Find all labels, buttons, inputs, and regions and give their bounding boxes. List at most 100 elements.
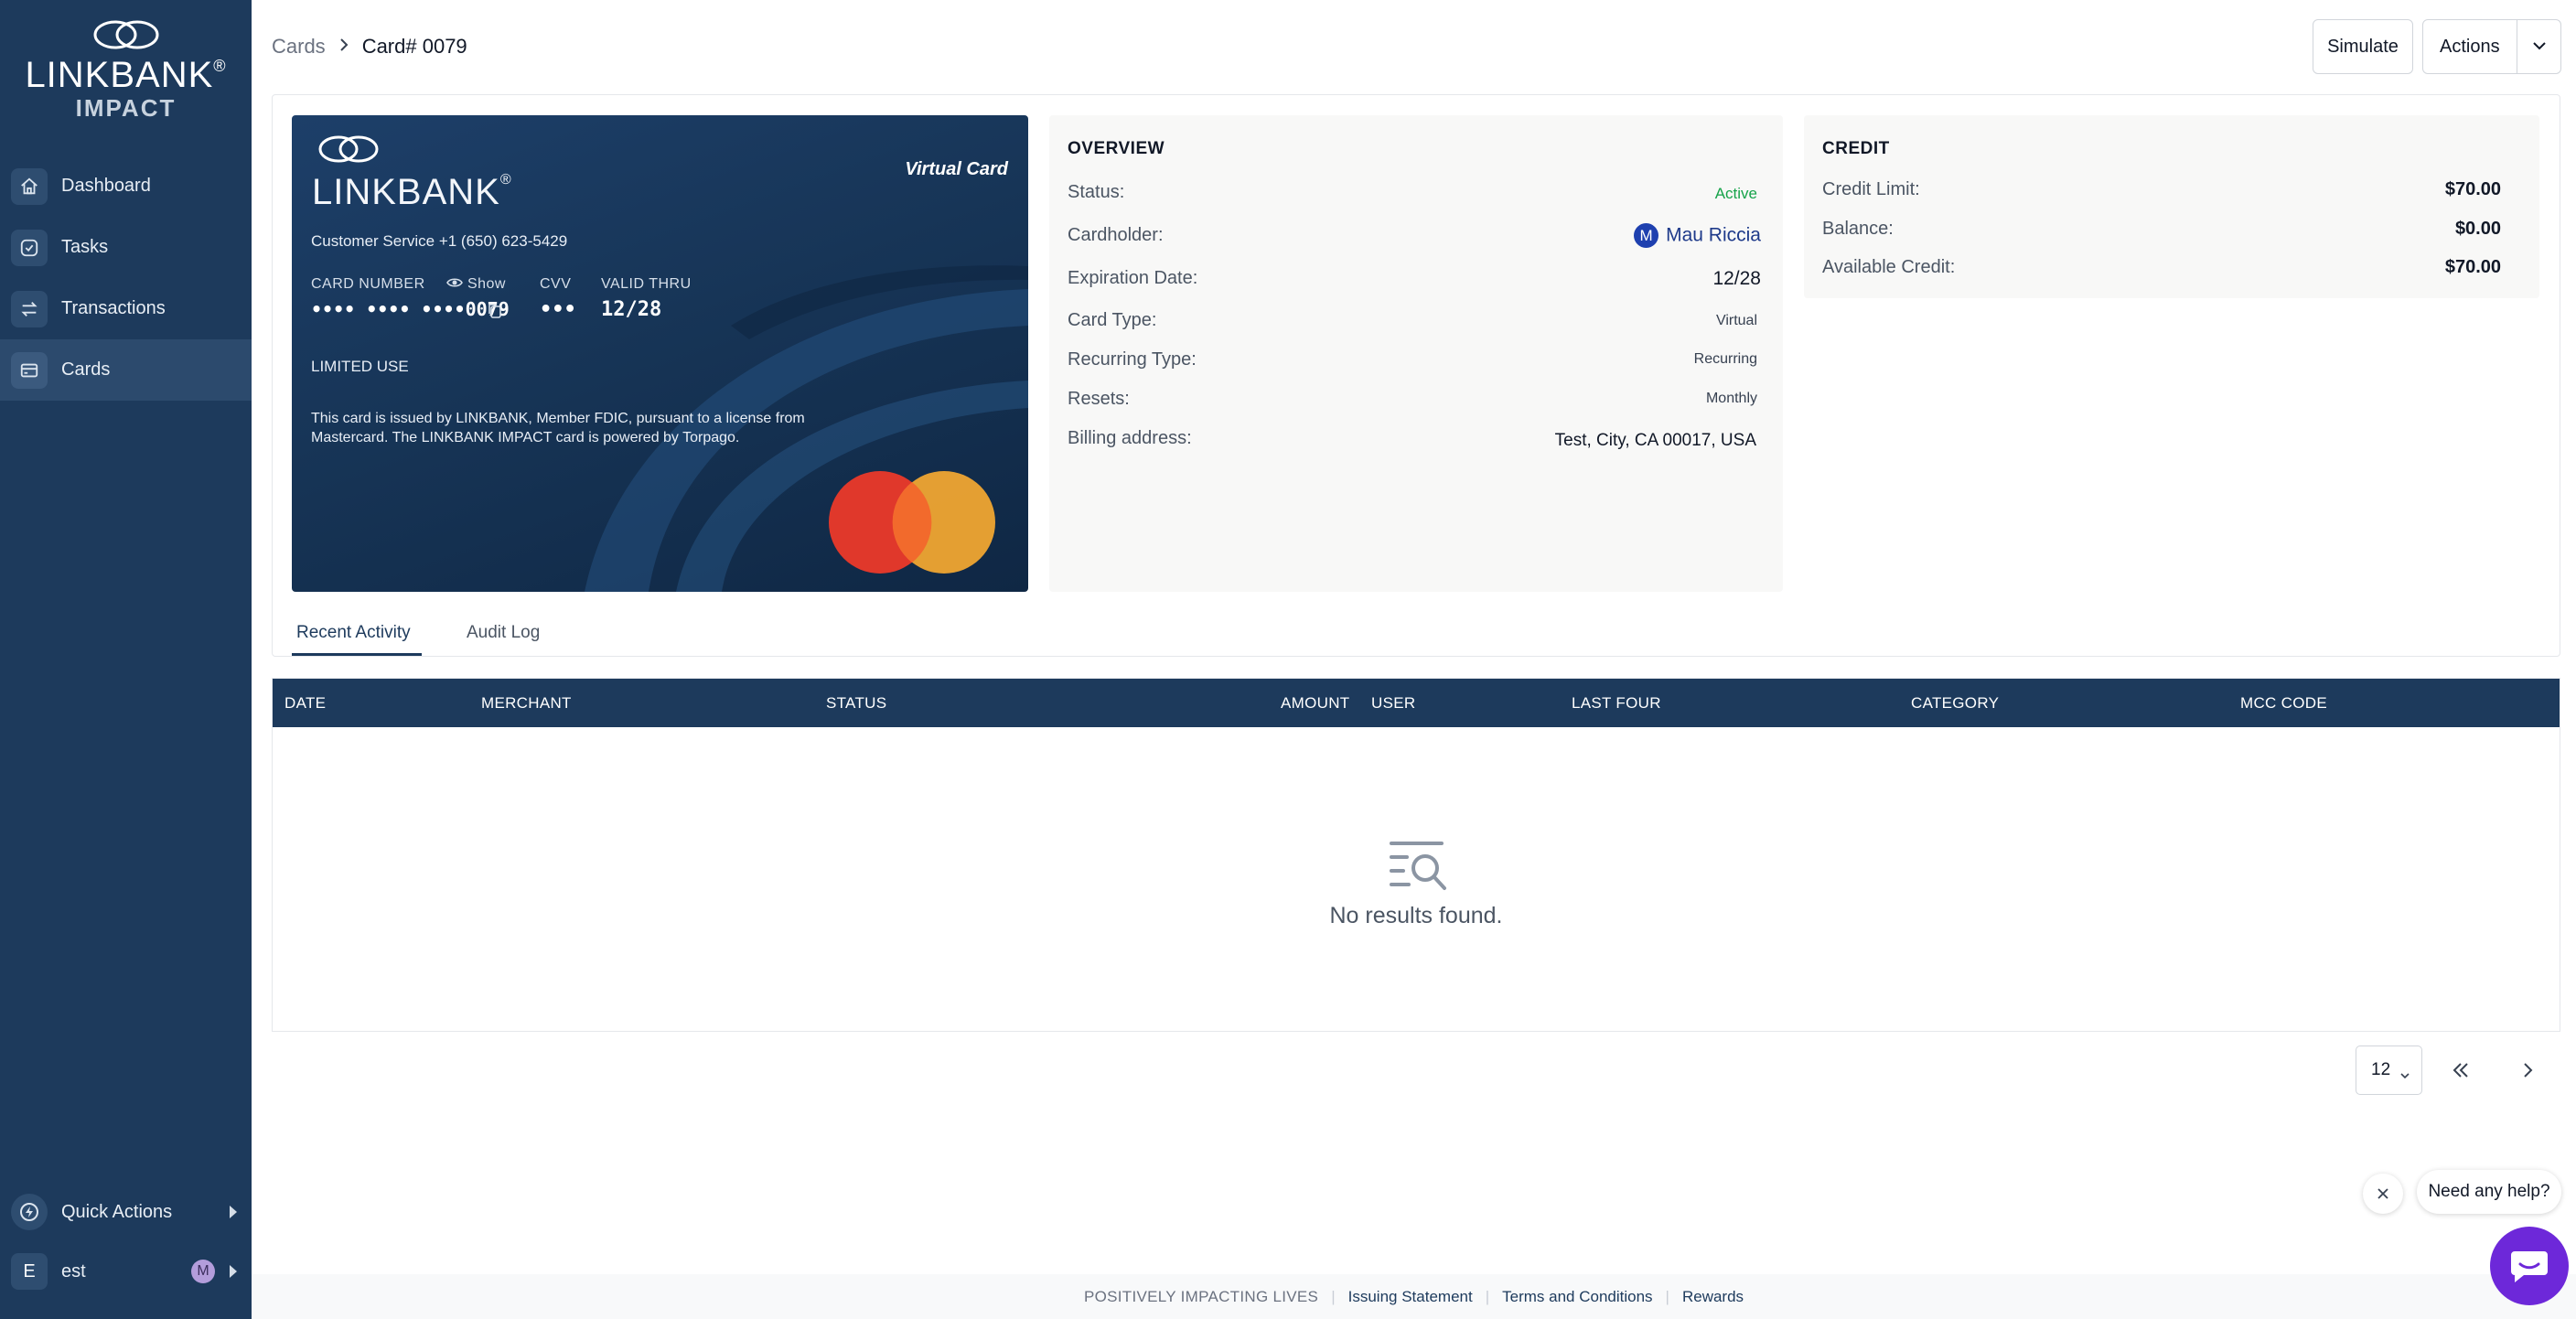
caret-right-icon — [230, 1206, 237, 1218]
balance-label: Balance: — [1822, 219, 1894, 239]
overview-title: OVERVIEW — [1068, 139, 1165, 158]
footer: POSITIVELY IMPACTING LIVES | Issuing Sta… — [252, 1274, 2576, 1319]
billing-address-value: Test, City, CA 00017, USA — [1554, 431, 1756, 450]
help-prompt[interactable]: Need any help? — [2417, 1170, 2561, 1214]
column-header-status[interactable]: STATUS — [826, 694, 886, 713]
column-header-last-four[interactable]: LAST FOUR — [1572, 694, 1661, 713]
table-header: DATE MERCHANT STATUS AMOUNT USER LAST FO… — [273, 679, 2560, 727]
credit-limit-label: Credit Limit: — [1822, 179, 1920, 199]
legal-line: Mastercard. The LINKBANK IMPACT card is … — [311, 430, 740, 445]
sidebar-item-label: Cards — [61, 359, 111, 380]
eye-icon — [446, 278, 463, 287]
cardholder-link[interactable]: M Mau Riccia — [1634, 223, 1761, 248]
column-header-date[interactable]: DATE — [284, 694, 326, 713]
sidebar-item-label: Transactions — [61, 298, 166, 318]
status-label: Status: — [1068, 182, 1125, 202]
column-header-amount[interactable]: AMOUNT — [1281, 694, 1349, 713]
empty-state-text: No results found. — [1329, 903, 1503, 928]
mastercard-logo-icon — [829, 471, 995, 574]
user-name: est — [61, 1260, 86, 1281]
chevron-down-icon[interactable] — [2531, 37, 2548, 62]
valid-thru-value: 12/28 — [601, 298, 662, 321]
card-number: •••• •••• ••••0079 — [311, 298, 510, 320]
home-icon — [11, 167, 48, 205]
sidebar-item-transactions[interactable]: Transactions — [0, 278, 252, 339]
footer-divider: | — [1665, 1287, 1669, 1305]
status-badge: Active — [1714, 185, 1757, 202]
rewards-link[interactable]: Rewards — [1682, 1288, 1744, 1306]
limited-use-text: LIMITED USE — [311, 358, 409, 375]
quick-actions-label: Quick Actions — [61, 1201, 173, 1222]
card-type-label: Virtual Card — [905, 159, 1008, 179]
next-page-icon[interactable] — [2517, 1059, 2538, 1086]
credit-limit-value: $70.00 — [2444, 179, 2501, 199]
card-number-label: CARD NUMBER — [311, 276, 425, 292]
expiration-label: Expiration Date: — [1068, 268, 1198, 288]
cvv-value: ••• — [540, 298, 576, 321]
close-help-button[interactable] — [2363, 1174, 2403, 1214]
column-header-category[interactable]: CATEGORY — [1911, 694, 1999, 713]
terms-link[interactable]: Terms and Conditions — [1502, 1288, 1652, 1306]
valid-thru-label: VALID THRU — [601, 276, 692, 292]
actions-label: Actions — [2440, 36, 2500, 57]
help-chat-button[interactable] — [2490, 1227, 2569, 1305]
card-legal-text: This card is issued by LINKBANK, Member … — [311, 409, 860, 447]
column-header-mcc-code[interactable]: MCC CODE — [2240, 694, 2327, 713]
card-wordmark: LINKBANK® — [312, 172, 512, 212]
transfer-icon — [11, 290, 48, 327]
sidebar-item-tasks[interactable]: Tasks — [0, 217, 252, 278]
caret-right-icon — [230, 1265, 237, 1278]
issuing-statement-link[interactable]: Issuing Statement — [1348, 1288, 1473, 1306]
show-label: Show — [467, 276, 506, 292]
footer-divider: | — [1485, 1287, 1490, 1305]
column-header-user[interactable]: USER — [1371, 694, 1415, 713]
page-size-select[interactable]: 12 — [2356, 1046, 2422, 1095]
cardholder-label: Cardholder: — [1068, 225, 1164, 245]
sidebar-item-dashboard[interactable]: Dashboard — [0, 155, 252, 217]
copy-icon[interactable] — [487, 302, 503, 325]
page-title: Card# 0079 — [361, 35, 467, 58]
linkbank-logo[interactable]: LINKBANK® IMPACT — [0, 18, 252, 123]
cardholder-name: Mau Riccia — [1666, 224, 1761, 246]
overview-section: OVERVIEW Status: Active Cardholder: M Mau… — [1049, 115, 1783, 592]
first-page-icon[interactable] — [2450, 1059, 2472, 1086]
simulate-button[interactable]: Simulate — [2313, 19, 2413, 74]
chat-icon — [2511, 1251, 2548, 1282]
user-menu[interactable]: E est M — [0, 1253, 252, 1290]
chevron-right-icon — [338, 37, 349, 58]
card-type-label: Card Type: — [1068, 310, 1157, 330]
logo-subtitle: IMPACT — [75, 94, 177, 122]
customer-service-text: Customer Service +1 (650) 623-5429 — [311, 232, 568, 250]
sidebar-item-cards[interactable]: Cards — [0, 339, 252, 401]
resets-label: Resets: — [1068, 389, 1130, 409]
sidebar: LINKBANK® IMPACT Dashboard Tasks Transac… — [0, 0, 252, 1319]
show-card-number-toggle[interactable]: Show — [446, 276, 506, 293]
credit-section: CREDIT Credit Limit: $70.00 Balance: $0.… — [1804, 115, 2539, 298]
avatar: M — [1634, 223, 1659, 248]
rings-logo-icon — [93, 20, 158, 49]
logo-wordmark: LINKBANK® — [25, 55, 227, 95]
actions-button[interactable]: Actions — [2422, 19, 2561, 74]
sidebar-nav: Dashboard Tasks Transactions Cards — [0, 155, 252, 401]
breadcrumb-cards-link[interactable]: Cards — [272, 35, 326, 59]
lightning-icon — [11, 1194, 48, 1230]
column-header-merchant[interactable]: MERCHANT — [481, 694, 572, 713]
sidebar-item-label: Tasks — [61, 237, 109, 257]
expiration-value: 12/28 — [1712, 268, 1761, 289]
chevron-down-icon — [2399, 1066, 2410, 1086]
cvv-label: CVV — [540, 276, 572, 292]
quick-actions-button[interactable]: Quick Actions — [0, 1194, 252, 1230]
card-icon — [11, 351, 48, 389]
check-circle-icon — [11, 229, 48, 266]
tab-audit-log[interactable]: Audit Log — [467, 623, 540, 643]
avatar: M — [191, 1260, 215, 1283]
close-icon — [2377, 1188, 2388, 1199]
resets-badge: Monthly — [1705, 391, 1757, 406]
tab-recent-activity[interactable]: Recent Activity — [296, 623, 411, 643]
activity-table: DATE MERCHANT STATUS AMOUNT USER LAST FO… — [272, 678, 2560, 1032]
footer-tagline: POSITIVELY IMPACTING LIVES — [1083, 1287, 1319, 1305]
available-credit-value: $70.00 — [2444, 257, 2501, 277]
active-tab-indicator — [292, 653, 422, 656]
credit-title: CREDIT — [1822, 139, 1890, 158]
billing-address-label: Billing address: — [1068, 428, 1192, 448]
